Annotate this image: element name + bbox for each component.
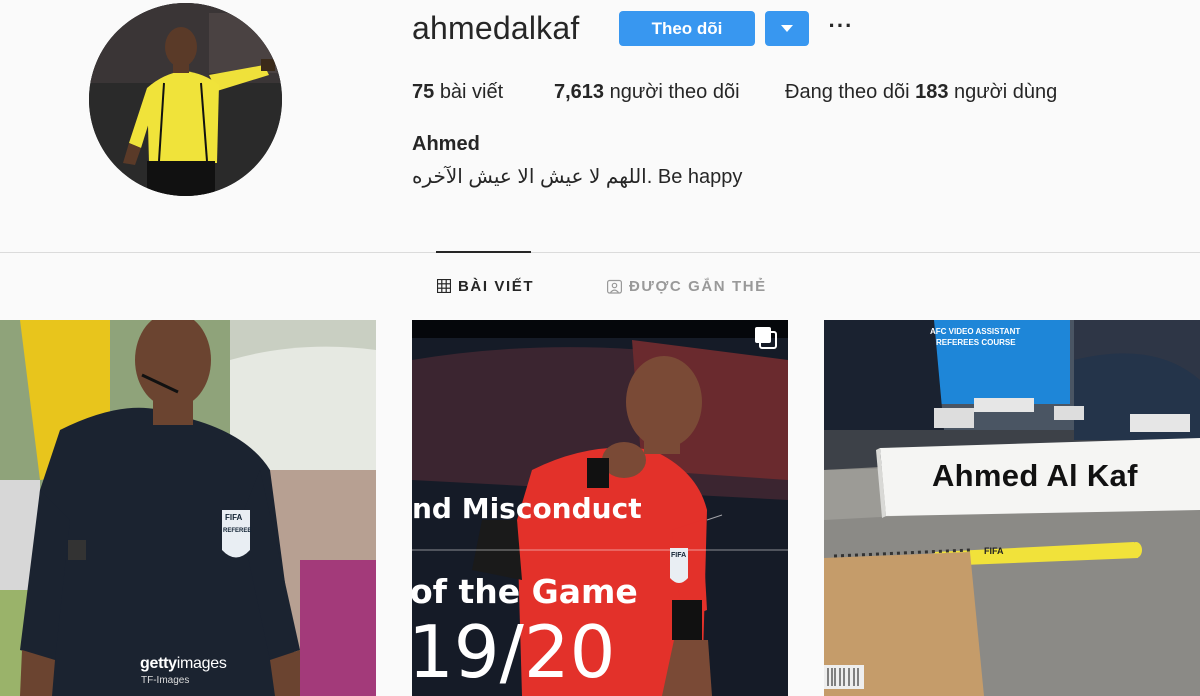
grid-icon xyxy=(437,279,451,293)
followers-stat[interactable]: 7,613 người theo dõi xyxy=(554,80,740,104)
tagged-icon xyxy=(607,279,622,294)
getty-watermark: gettyimages xyxy=(140,655,227,673)
referee-badge-2: FIFA xyxy=(671,552,687,559)
badge-fifa-text: FIFA xyxy=(225,513,243,522)
post-3-photo xyxy=(824,320,1200,696)
getty-brand: getty xyxy=(140,655,177,672)
tab-tagged-label: ĐƯỢC GẮN THẺ xyxy=(629,277,767,295)
post-2-line3: 19/20 xyxy=(412,610,616,694)
tabs-divider xyxy=(0,252,1200,253)
post-thumbnail-3[interactable]: AFC VIDEO ASSISTANT REFEREES COURSE FIFA xyxy=(824,320,1200,696)
tab-posts[interactable]: BÀI VIẾT xyxy=(437,276,534,296)
screen-line1: AFC VIDEO ASSISTANT xyxy=(930,327,1021,336)
following-count: 183 xyxy=(915,81,949,103)
following-suffix: người dùng xyxy=(954,81,1058,103)
more-options-icon[interactable]: ··· xyxy=(828,14,854,42)
referee-badge-sub: REFEREE xyxy=(223,528,252,534)
posts-stat: 75 bài viết xyxy=(412,80,503,104)
following-prefix: Đang theo dõi xyxy=(785,81,910,103)
posts-label: bài viết xyxy=(439,81,504,103)
referee-badge: FIFA xyxy=(225,513,242,522)
profile-avatar[interactable] xyxy=(89,3,282,196)
post-2-line2: of the Game xyxy=(412,572,638,611)
post-thumbnail-2[interactable]: nd Misconduct of the Game 19/20 FIFA xyxy=(412,320,788,696)
pencil-brand: FIFA xyxy=(984,546,1004,556)
followers-label: người theo dõi xyxy=(609,81,740,103)
getty-credit: TF-Images xyxy=(141,675,190,686)
screen-line2: REFEREES COURSE xyxy=(936,338,1016,347)
post-1-photo xyxy=(0,320,376,696)
post-2-line1: nd Misconduct xyxy=(412,492,642,525)
following-stat[interactable]: Đang theo dõi 183 người dùng xyxy=(785,80,1057,104)
name-placard: Ahmed Al Kaf xyxy=(932,458,1138,493)
chevron-down-icon xyxy=(781,25,793,32)
post-thumbnail-1[interactable]: FIFA REFEREE xyxy=(0,320,376,696)
active-tab-indicator xyxy=(436,251,531,253)
profile-full-name: Ahmed xyxy=(412,133,480,155)
posts-count: 75 xyxy=(412,81,435,103)
profile-bio: اللهم لا عيش الا عيش الآخره. Be happy xyxy=(412,166,743,188)
tab-tagged[interactable]: ĐƯỢC GẮN THẺ xyxy=(607,276,767,296)
followers-count: 7,613 xyxy=(554,81,605,103)
suggested-accounts-button[interactable] xyxy=(765,11,809,46)
getty-brand-light: images xyxy=(176,655,227,672)
follow-button[interactable]: Theo dõi xyxy=(619,11,755,46)
profile-username: ahmedalkaf xyxy=(412,10,580,46)
tab-posts-label: BÀI VIẾT xyxy=(458,277,535,295)
